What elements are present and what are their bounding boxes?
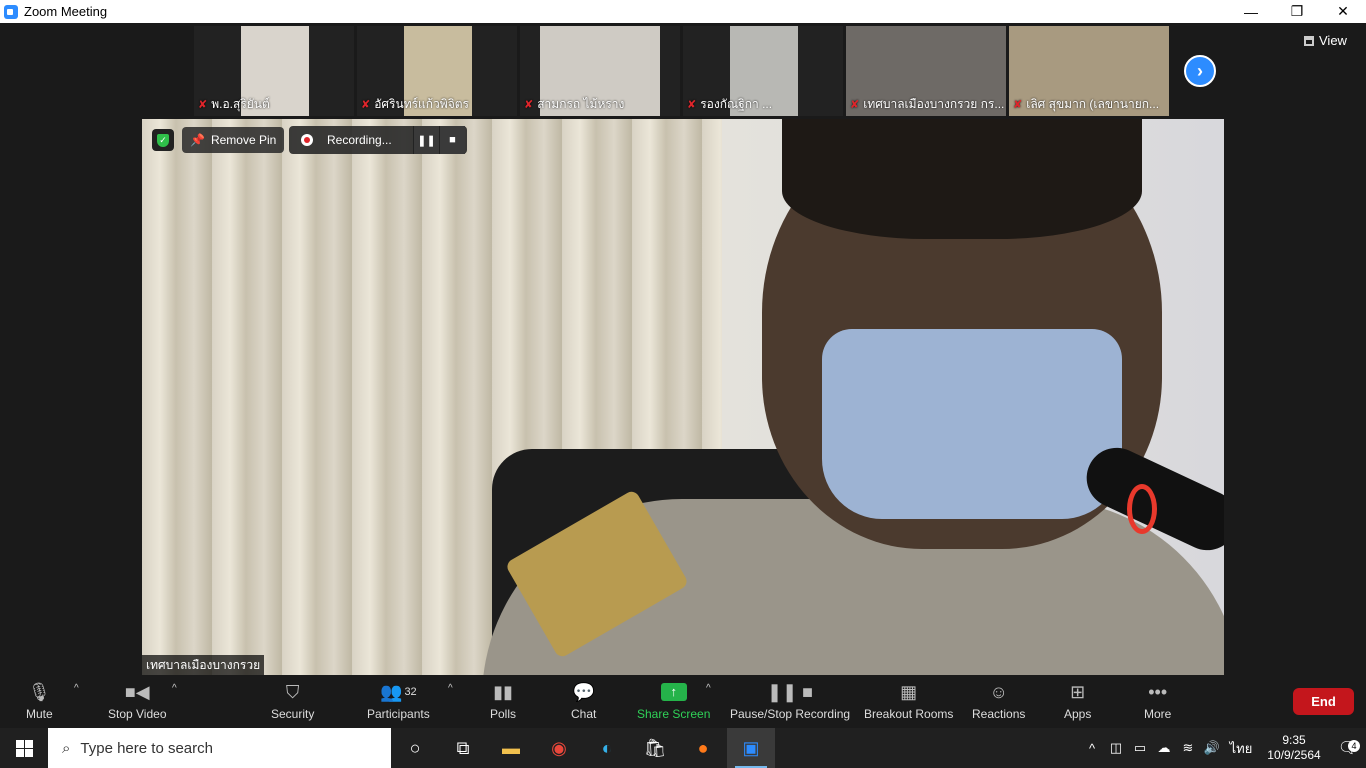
breakout-rooms-grid-icon: ▦ (900, 681, 918, 702)
participants-button[interactable]: 👥 32 Participants (367, 679, 430, 722)
tray-app-icon[interactable]: ◫ (1104, 740, 1128, 756)
active-speaker-video: ✓ 📌 Remove Pin Recording... ❚❚ ■ เทศบาลเ… (142, 119, 1224, 675)
participant-name: เลิศ สุขมาก (เลขานายก... (1026, 97, 1160, 111)
view-button[interactable]: View (1304, 33, 1347, 48)
participants-icon: 👥 (380, 681, 403, 702)
meeting-area: ✘ พ.อ.สุริยันต์ ✘ อัศรินทร์แก้วพิจิตร ✘ สาม… (0, 23, 1366, 675)
chat-bubble-icon: 💬 (572, 681, 595, 702)
zoom-app-icon (4, 4, 18, 19)
mic-muted-icon: ✘ (687, 99, 697, 111)
participant-tile[interactable]: ✘ สามกรถ ไม้หราง (520, 26, 680, 116)
security-button[interactable]: ⛉ Security (271, 679, 314, 722)
participant-tile[interactable]: ✘ พ.อ.สุริยันต์ (194, 26, 354, 116)
participant-name: รองกัณฐิกา ... (700, 97, 773, 111)
participant-name: อัศรินทร์แก้วพิจิตร (374, 97, 469, 111)
apps-icon: ⊞ (1070, 681, 1086, 702)
clock-time: 9:35 (1282, 733, 1306, 747)
taskbar-search-box[interactable]: ⌕ Type here to search (48, 728, 391, 768)
file-explorer-icon[interactable]: ▬ (487, 728, 535, 768)
restore-button[interactable]: ❐ (1274, 0, 1320, 23)
end-meeting-button[interactable]: End (1293, 688, 1354, 715)
view-label: View (1319, 33, 1347, 48)
video-options-chevron-icon[interactable]: ^ (172, 683, 177, 694)
view-grid-icon (1304, 35, 1314, 46)
mic-muted-icon: ✘ (850, 99, 860, 111)
participant-tile[interactable]: ✘ อัศรินทร์แก้วพิจิตร (357, 26, 517, 116)
battery-icon[interactable]: ▭ (1128, 740, 1152, 756)
participant-tile[interactable]: ✘ เลิศ สุขมาก (เลขานายก... (1009, 26, 1169, 116)
apps-button[interactable]: ⊞ Apps (1064, 679, 1091, 722)
stop-recording-icon[interactable]: ■ (439, 126, 465, 154)
participant-tile[interactable]: ✘ รองกัณฐิกา ... (683, 26, 843, 116)
language-indicator[interactable]: ไทย (1224, 738, 1258, 759)
window-titlebar: Zoom Meeting — ❐ ✕ (0, 0, 1366, 23)
more-button[interactable]: ••• More (1144, 679, 1171, 722)
remove-pin-label: Remove Pin (210, 133, 277, 147)
search-icon: ⌕ (62, 739, 71, 757)
chat-button[interactable]: 💬 Chat (571, 679, 596, 722)
remove-pin-button[interactable]: 📌 Remove Pin (182, 127, 285, 153)
clock-date: 10/9/2564 (1267, 748, 1321, 762)
wifi-icon[interactable]: ≋ (1176, 740, 1200, 756)
audio-options-chevron-icon[interactable]: ^ (74, 683, 79, 694)
onedrive-cloud-icon[interactable]: ☁ (1152, 740, 1176, 756)
participant-name: เทศบาลเมืองบางกรวย กร... (863, 97, 1005, 111)
more-dots-icon: ••• (1148, 681, 1168, 702)
mute-button[interactable]: 🎙 Mute (26, 679, 53, 722)
share-screen-arrow-icon: ↑ (660, 683, 687, 701)
recording-dot-icon (301, 134, 313, 146)
share-options-chevron-icon[interactable]: ^ (706, 683, 711, 694)
show-hidden-icons-chevron-icon[interactable]: ^ (1080, 741, 1104, 756)
speaker-name-label: เทศบาลเมืองบางกรวย (142, 655, 265, 675)
minimize-button[interactable]: — (1228, 0, 1274, 23)
participant-tile[interactable]: ✘ เทศบาลเมืองบางกรวย กร... (846, 26, 1006, 116)
video-camera-icon: ■◀ (124, 681, 150, 702)
stop-video-button[interactable]: ■◀ Stop Video (108, 679, 167, 722)
share-screen-button[interactable]: ↑ Share Screen (637, 679, 710, 721)
meeting-toolbar: 🎙 Mute ^ ■◀ Stop Video ^ ⛉ Security 👥 32 … (0, 675, 1366, 728)
close-button[interactable]: ✕ (1320, 0, 1366, 23)
microsoft-store-icon[interactable]: 🛍 (631, 728, 679, 768)
chrome-icon[interactable]: ◉ (535, 728, 583, 768)
pause-stop-recording-button[interactable]: ❚❚ ■ Pause/Stop Recording (730, 679, 850, 722)
smiley-plus-icon: ☺ (989, 681, 1008, 702)
windows-logo-icon (15, 739, 33, 757)
clock[interactable]: 9:35 10/9/2564 (1258, 733, 1330, 763)
reactions-button[interactable]: ☺ Reactions (972, 679, 1025, 722)
cortana-circle-icon[interactable]: ○ (391, 728, 439, 768)
zoom-taskbar-icon[interactable]: ▣ (727, 728, 775, 768)
task-view-icon[interactable]: ⧉ (439, 728, 487, 768)
mic-muted-icon: ✘ (524, 99, 534, 111)
next-page-chevron-icon[interactable]: › (1184, 55, 1216, 87)
participant-name: พ.อ.สุริยันต์ (211, 97, 270, 111)
recording-label: Recording... (327, 133, 392, 147)
participants-count: 32 (404, 686, 417, 698)
pause-stop-icon: ❚❚ ■ (767, 681, 814, 702)
participants-options-chevron-icon[interactable]: ^ (448, 683, 453, 694)
mic-muted-icon: ✘ (198, 99, 208, 111)
windows-taskbar: ⌕ Type here to search ○ ⧉ ▬ ◉ ◐ 🛍 ● ▣ ^ … (0, 728, 1366, 768)
notification-count: 4 (1348, 740, 1360, 752)
participant-name: สามกรถ ไม้หราง (537, 97, 625, 111)
recording-indicator: Recording... ❚❚ ■ (289, 126, 467, 154)
microphone-icon: 🎙 (27, 681, 51, 702)
edge-icon[interactable]: ◐ (583, 728, 631, 768)
notifications-button[interactable]: 🗨 4 (1330, 738, 1366, 758)
polls-button[interactable]: ▮▮ Polls (490, 679, 516, 722)
polls-bar-chart-icon: ▮▮ (493, 681, 513, 702)
encryption-shield-icon[interactable]: ✓ (152, 129, 174, 151)
firefox-icon[interactable]: ● (679, 728, 727, 768)
breakout-rooms-button[interactable]: ▦ Breakout Rooms (864, 679, 953, 722)
mic-muted-icon: ✘ (361, 99, 371, 111)
volume-icon[interactable]: 🔊 (1200, 740, 1224, 756)
search-placeholder: Type here to search (80, 739, 213, 757)
start-button[interactable] (0, 728, 48, 768)
pin-icon: 📌 (190, 133, 205, 147)
window-title: Zoom Meeting (24, 4, 108, 19)
pause-recording-icon[interactable]: ❚❚ (413, 126, 439, 154)
security-shield-icon: ⛉ (285, 681, 300, 702)
mic-muted-icon: ✘ (1013, 99, 1023, 111)
